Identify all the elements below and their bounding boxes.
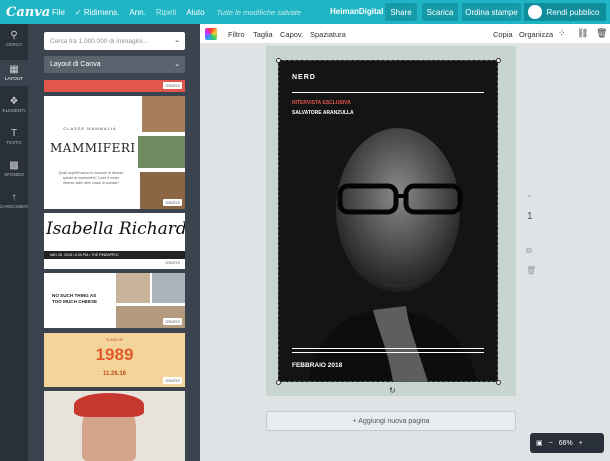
zoom-control: ▣ − 66% + [530,433,604,453]
duplicate-page-icon[interactable]: ⧉ [526,246,532,256]
tile-reunion-year: 1989 [95,345,134,364]
rotate-icon[interactable]: ↻ [389,386,396,395]
rail-label-search: CERCA [5,42,23,47]
portrait-hat [74,393,144,417]
chevron-down-icon: ⌄ [174,61,180,68]
resize-handle[interactable] [276,58,281,63]
tile-mammals-title: MAMMIFERI [50,141,136,155]
rail-item-elements[interactable]: ❖ ELEMENTI [0,96,28,122]
food-photo [152,273,185,303]
elements-icon: ❖ [9,96,19,107]
spacing-button[interactable]: Spaziatura [310,30,346,39]
free-badge: GRATIS [163,318,182,325]
save-status: Tutte le modifiche salvate [216,7,302,17]
layout-tile-cheese[interactable]: NO SUCH THING AS TOO MUCH CHEESE GRATIS [44,273,185,328]
layout-tile[interactable]: GRATIS [44,80,185,92]
menu-file[interactable]: File [52,8,65,17]
layout-source-select[interactable]: Layout di Canva ⌄ [44,56,185,73]
menu-resize[interactable]: ✓ Ridimens. [75,8,120,17]
arrange-button[interactable]: Organizza [519,30,553,39]
text-icon: T [10,128,18,139]
menu-redo[interactable]: Ripeti [156,8,176,17]
rail-item-layout[interactable]: ▦ LAYOUT [0,60,28,86]
rail-item-text[interactable]: T TESTO [0,128,28,154]
move-up-icon[interactable]: ⌃ [526,194,533,203]
resize-handle[interactable] [496,58,501,63]
tile-mammals-class: CLASSE MAMMALIA [63,126,117,131]
food-photo [116,273,150,303]
canva-editor: Canva File ✓ Ridimens. Ann. Ripeti Aiuto… [0,0,610,461]
free-badge: GRATIS [163,199,182,206]
rail-item-background[interactable]: ▩ SFONDO [0,160,28,186]
copy-button[interactable]: Copia [493,30,513,39]
zoom-out-icon[interactable]: − [549,440,553,447]
canvas-area: NERD INTERVISTA ESCLUSIVA SALVATORE ARAN… [200,44,610,461]
menu-help[interactable]: Aiuto [186,8,204,17]
chevron-down-icon[interactable]: ⌄ [174,36,180,44]
background-icon: ▩ [9,160,19,171]
search-icon: ⚲ [10,30,18,41]
canva-logo[interactable]: Canva [6,5,50,20]
deer-photo [138,136,185,168]
rail-item-uploads[interactable]: ↑ CARICAMENTI [0,192,32,218]
color-picker-icon[interactable] [205,28,217,40]
owl-photo [142,96,185,132]
tile-cheese-text: NO SUCH THING AS TOO MUCH CHEESE [52,293,98,304]
toggle-icon [528,5,542,19]
resize-handle[interactable] [496,380,501,385]
filter-button[interactable]: Filtro [228,30,245,39]
rail-item-search[interactable]: ⚲ CERCA [0,30,28,56]
layout-tile-invitation[interactable]: Isabella Richards MAY 25, 2018 • 6:30 PM… [44,213,185,269]
tile-invitation-name: Isabella Richards [46,219,185,239]
delete-page-icon[interactable]: 🗑 [526,266,536,275]
design-page[interactable]: NERD INTERVISTA ESCLUSIVA SALVATORE ARAN… [266,46,516,396]
rail-label-elements: ELEMENTI [2,108,26,113]
team-name[interactable]: HeimanDigital [330,7,383,16]
order-prints-button[interactable]: Ordina stampe [462,3,521,21]
link-icon[interactable]: ⛓ [577,28,588,39]
resize-handle[interactable] [276,380,281,385]
tile-reunion-sub: CLASS OF [105,338,124,342]
editor-toolbar: Filtro Taglia Capov. Spaziatura Copia Or… [200,24,610,44]
trash-icon[interactable]: 🗑 [596,28,607,39]
rail-label-uploads: CARICAMENTI [0,204,32,209]
flip-button[interactable]: Capov. [280,30,303,39]
tile-mammals-body: Quali aspetti hanno in comune le diverse… [58,171,124,185]
make-public-button[interactable]: Rendi pubblico [524,3,606,21]
top-bar: Canva File ✓ Ridimens. Ann. Ripeti Aiuto… [0,0,610,24]
layout-tile-portrait[interactable] [44,391,185,461]
layouts-panel: Cerca tra 1.000.000 di immagini... ⌄ Lay… [28,24,200,461]
layout-icon: ▦ [9,64,19,75]
layout-tile-reunion[interactable]: CLASS OF 1989 11.26.16 GRATIS [44,333,185,387]
rail-label-layout: LAYOUT [4,76,24,81]
selection-box [278,60,498,382]
search-input[interactable]: Cerca tra 1.000.000 di immagini... ⌄ [44,32,185,50]
zoom-in-icon[interactable]: + [579,440,583,447]
rail-label-text: TESTO [6,140,22,145]
layout-tile-mammals[interactable]: CLASSE MAMMALIA MAMMIFERI Quali aspetti … [44,96,185,209]
make-public-label: Rendi pubblico [546,7,600,17]
upload-icon: ↑ [11,192,17,203]
left-rail: ⚲ CERCA ▦ LAYOUT ❖ ELEMENTI T TESTO ▩ SF… [0,24,32,461]
transparency-icon[interactable]: ⁘ [558,28,566,39]
download-button[interactable]: Scarica [422,3,458,21]
add-page-button[interactable]: + Aggiungi nuova pagina [266,411,516,431]
zoom-value[interactable]: 66% [559,440,573,447]
rail-label-background: SFONDO [4,172,24,177]
menu-undo[interactable]: Ann. [129,8,145,17]
layout-source-value: Layout di Canva [50,61,101,68]
free-badge: GRATIS [163,377,182,384]
free-badge: GRATIS [163,82,182,89]
search-placeholder: Cerca tra 1.000.000 di immagini... [50,37,148,45]
tile-invitation-details: MAY 25, 2018 • 6:30 PM • THE PINEAPPLE [44,251,185,259]
page-number: 1 [527,211,533,222]
crop-button[interactable]: Taglia [253,30,273,39]
comments-icon[interactable]: ▣ [536,439,543,447]
free-badge: GRATIS [163,259,182,266]
share-button[interactable]: Share [385,3,417,21]
